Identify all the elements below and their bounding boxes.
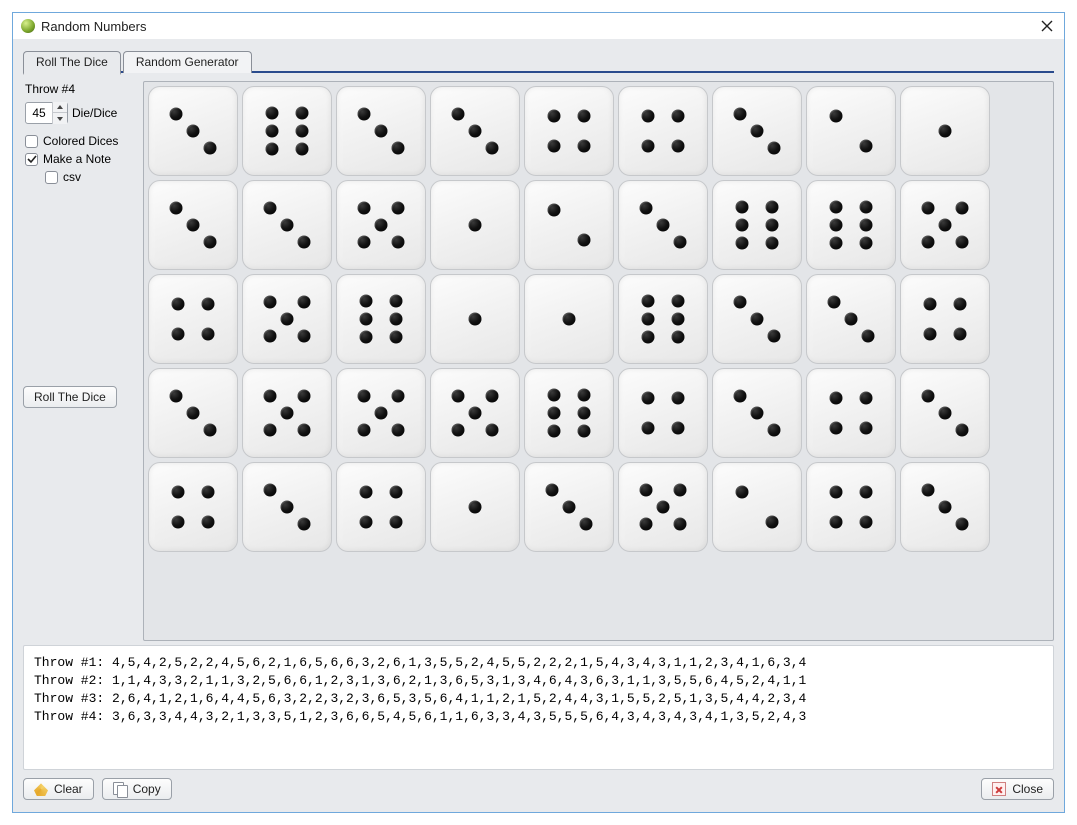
close-square-icon (992, 782, 1006, 796)
die (618, 274, 708, 364)
die (430, 462, 520, 552)
die (900, 462, 990, 552)
die (900, 274, 990, 364)
die (242, 368, 332, 458)
die (806, 86, 896, 176)
tab-random-generator[interactable]: Random Generator (123, 51, 252, 73)
die (618, 86, 708, 176)
die (524, 86, 614, 176)
die (806, 274, 896, 364)
dice-count-stepper[interactable] (25, 102, 68, 124)
copy-icon (113, 782, 127, 796)
die (242, 86, 332, 176)
clear-button[interactable]: Clear (23, 778, 94, 800)
die (336, 274, 426, 364)
die (712, 368, 802, 458)
die (430, 86, 520, 176)
die (524, 274, 614, 364)
die (618, 180, 708, 270)
die (148, 86, 238, 176)
die (242, 462, 332, 552)
dice-count-input[interactable] (26, 104, 52, 122)
die (524, 180, 614, 270)
die (336, 368, 426, 458)
window-title: Random Numbers (41, 19, 147, 34)
die (430, 274, 520, 364)
die (148, 274, 238, 364)
die (148, 180, 238, 270)
die (712, 86, 802, 176)
tabs: Roll The DiceRandom Generator (23, 47, 1054, 73)
die (712, 274, 802, 364)
die (148, 462, 238, 552)
die (242, 274, 332, 364)
colored-dices-checkbox[interactable] (25, 135, 38, 148)
die (336, 180, 426, 270)
titlebar: Random Numbers (13, 13, 1064, 39)
die (242, 180, 332, 270)
die (524, 368, 614, 458)
throw-label: Throw #4 (23, 81, 137, 100)
die (618, 462, 708, 552)
die (148, 368, 238, 458)
die (430, 180, 520, 270)
die (618, 368, 708, 458)
app-icon (21, 19, 35, 33)
die (712, 462, 802, 552)
die (900, 180, 990, 270)
colored-dices-label: Colored Dices (43, 134, 118, 148)
die (900, 86, 990, 176)
csv-checkbox[interactable] (45, 171, 58, 184)
spinner-up-icon[interactable] (53, 102, 67, 113)
csv-label: csv (63, 170, 81, 184)
die (712, 180, 802, 270)
make-note-checkbox[interactable] (25, 153, 38, 166)
die (900, 368, 990, 458)
close-button[interactable]: Close (981, 778, 1054, 800)
die (806, 180, 896, 270)
log-output: Throw #1: 4,5,4,2,5,2,2,4,5,6,2,1,6,5,6,… (23, 645, 1054, 770)
copy-button[interactable]: Copy (102, 778, 172, 800)
die (806, 368, 896, 458)
body-panel: Roll The DiceRandom Generator Throw #4 D… (13, 39, 1064, 812)
dice-count-label: Die/Dice (72, 106, 117, 120)
die (430, 368, 520, 458)
make-note-label: Make a Note (43, 152, 111, 166)
close-icon[interactable] (1038, 17, 1056, 35)
broom-icon (34, 782, 48, 796)
sidebar: Throw #4 Die/Dice Colored (23, 81, 137, 641)
tab-roll-the-dice[interactable]: Roll The Dice (23, 51, 121, 75)
die (524, 462, 614, 552)
die (336, 462, 426, 552)
die (336, 86, 426, 176)
spinner-down-icon[interactable] (53, 113, 67, 124)
window: Random Numbers Roll The DiceRandom Gener… (12, 12, 1065, 813)
dice-grid (143, 81, 1054, 641)
roll-dice-button[interactable]: Roll The Dice (23, 386, 117, 408)
die (806, 462, 896, 552)
